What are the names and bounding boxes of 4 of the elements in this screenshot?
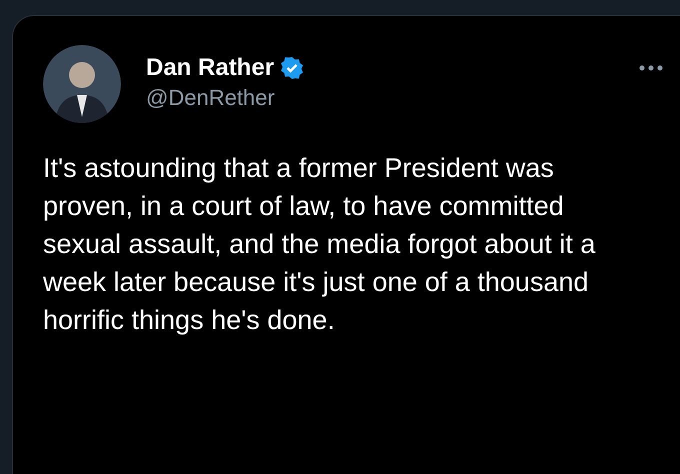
author-name[interactable]: Dan Rather (146, 53, 274, 83)
more-icon[interactable] (639, 65, 663, 71)
tweet-text: It's astounding that a former President was proven, in a court of law, to have committed sexual assault, and the media forgot about it a week later because it's just one of a thousand horrific things he's done. (43, 152, 596, 337)
author-handle[interactable]: @DenRether (146, 83, 304, 113)
